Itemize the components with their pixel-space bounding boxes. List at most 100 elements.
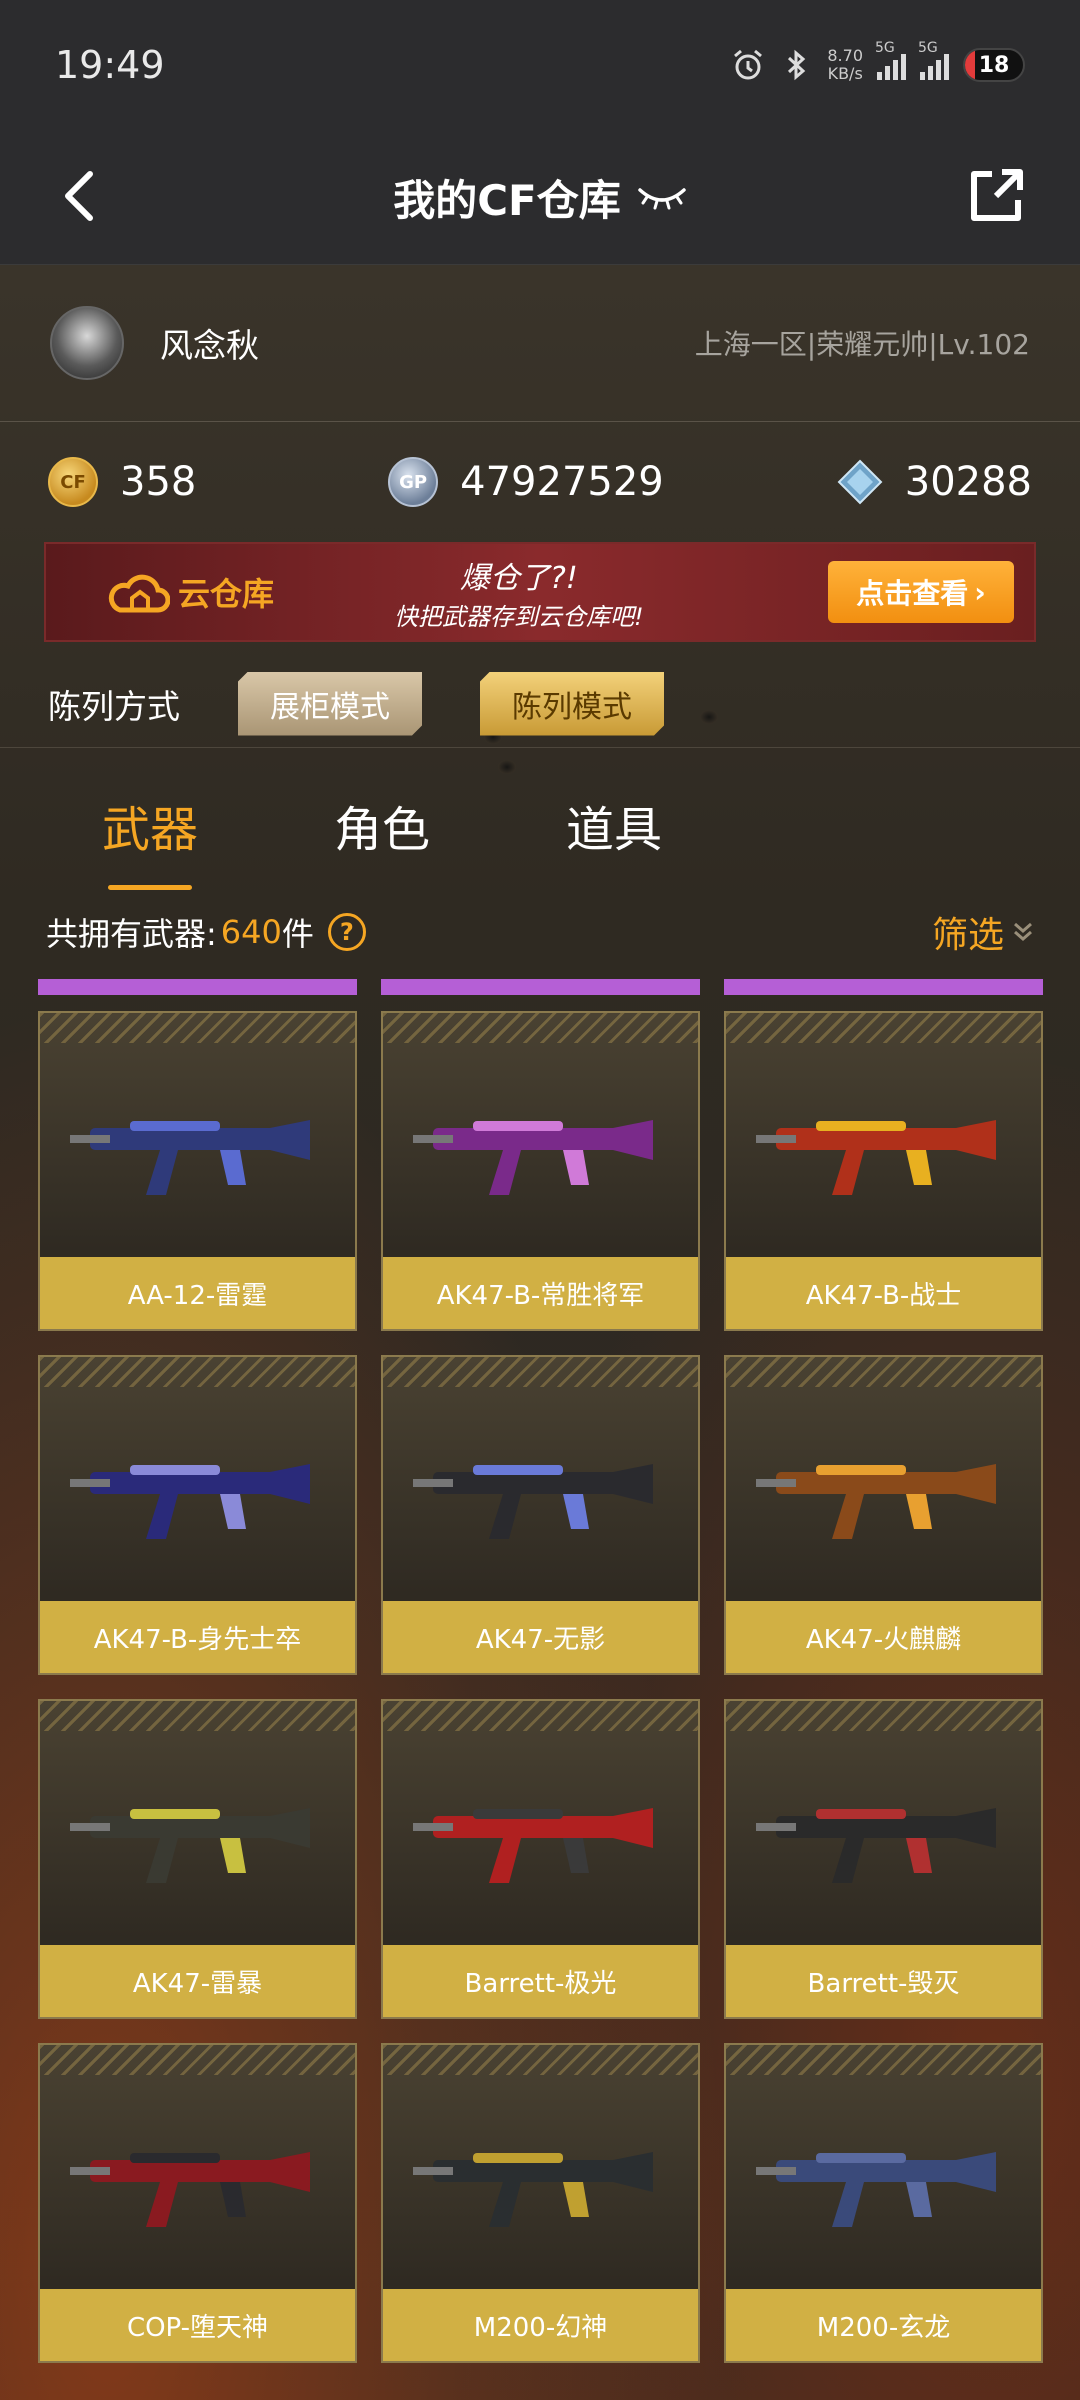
rarity-bar [381, 979, 700, 995]
net-speed-value: 8.70 [827, 46, 863, 65]
gp-points: GP 47927529 [388, 457, 837, 507]
tab-weapons[interactable]: 武器 [102, 790, 198, 890]
count-unit: 件 [281, 915, 314, 953]
weapon-name: AK47-B-常胜将军 [383, 1257, 698, 1329]
sim2-label: 5G [918, 40, 938, 56]
sim1-label: 5G [875, 40, 895, 56]
weapon-card[interactable]: AK47-无影 [381, 1355, 700, 1675]
rarity-bar [38, 979, 357, 995]
weapon-card[interactable]: Barrett-毁灭 [724, 1699, 1043, 2019]
cloud-message-line1: 爆仓了?! [459, 560, 578, 596]
display-mode-row: 陈列方式 展柜模式 陈列模式 [0, 660, 1080, 748]
weapon-image [70, 1120, 310, 1195]
page-title: 我的CF仓库 [393, 167, 687, 228]
double-chevron-down-icon [1014, 922, 1032, 941]
card-stripes [40, 1013, 355, 1043]
weapon-card[interactable]: AK47-火麒麟 [724, 1355, 1043, 1675]
filter-button[interactable]: 筛选 [932, 906, 1034, 958]
weapon-card[interactable]: AK47-B-身先士卒 [38, 1355, 357, 1675]
card-stripes [726, 1013, 1041, 1043]
cloud-warehouse-banner[interactable]: 云仓库 爆仓了?! 快把武器存到云仓库吧! 点击查看 › [44, 542, 1036, 642]
diamond-icon [837, 459, 883, 505]
weapon-image [756, 1120, 996, 1195]
weapon-card[interactable]: COP-堕天神 [38, 2043, 357, 2363]
weapon-name: Barrett-毁灭 [726, 1945, 1041, 2017]
weapon-image [413, 1808, 653, 1883]
nav-bar: 我的CF仓库 [0, 130, 1080, 265]
signal-icon-sim1: 5G [875, 40, 906, 80]
weapon-image [70, 1464, 310, 1539]
card-stripes [40, 2045, 355, 2075]
inventory-count-row: 共拥有武器: 640 件 ? 筛选 [0, 897, 1080, 967]
card-stripes [726, 1357, 1041, 1387]
weapon-card[interactable]: AK47-B-常胜将军 [381, 1011, 700, 1331]
back-arrow-icon[interactable] [52, 160, 112, 230]
weapon-name: AK47-雷暴 [40, 1945, 355, 2017]
weapon-image [413, 1464, 653, 1539]
cf-coin-icon: CF [48, 457, 98, 507]
username: 风念秋 [160, 326, 259, 365]
currency-row: CF 358 GP 47927529 30288 [0, 422, 1080, 542]
status-icons: 8.70 KB/s 5G 5G 18 [731, 40, 1025, 83]
weapon-image [756, 1464, 996, 1539]
diamond-value: 30288 [904, 459, 1032, 505]
weapon-image [756, 1808, 996, 1883]
card-stripes [726, 2045, 1041, 2075]
card-stripes [726, 1701, 1041, 1731]
status-time: 19:49 [55, 43, 165, 87]
status-bar: 19:49 8.70 KB/s 5G 5G 18 [0, 0, 1080, 130]
cloud-message-line2: 快把武器存到云仓库吧! [394, 602, 644, 631]
diamond-points: 30288 [837, 459, 1032, 505]
cloud-message: 爆仓了?! 快把武器存到云仓库吧! [394, 553, 644, 632]
weapon-card[interactable]: Barrett-极光 [381, 1699, 700, 2019]
display-mode-label: 陈列方式 [48, 686, 180, 726]
net-speed-unit: KB/s [827, 64, 863, 83]
showcase-mode-button[interactable]: 展柜模式 [238, 672, 422, 736]
profile-row[interactable]: 风念秋 上海一区|荣耀元帅|Lv.102 [0, 265, 1080, 422]
display-mode-button[interactable]: 陈列模式 [480, 672, 664, 736]
weapon-card[interactable]: M200-玄龙 [724, 2043, 1043, 2363]
tab-characters[interactable]: 角色 [334, 790, 430, 860]
gp-value: 47927529 [460, 459, 664, 505]
weapon-card[interactable]: AK47-B-战士 [724, 1011, 1043, 1331]
weapon-image [70, 2152, 310, 2227]
avatar[interactable] [50, 306, 124, 380]
weapon-name: M200-幻神 [383, 2289, 698, 2361]
weapon-card[interactable]: M200-幻神 [381, 2043, 700, 2363]
weapon-image [756, 2152, 996, 2227]
bluetooth-icon [788, 49, 806, 81]
count-label: 共拥有武器: [46, 915, 217, 953]
card-stripes [383, 2045, 698, 2075]
card-stripes [40, 1357, 355, 1387]
cloud-title: 云仓库 [178, 575, 275, 613]
weapon-name: AK47-B-战士 [726, 1257, 1041, 1329]
signal-icon-sim2: 5G [918, 40, 949, 80]
weapon-image [413, 1120, 653, 1195]
cloud-house-icon [108, 574, 170, 613]
server-info: 上海一区|荣耀元帅|Lv.102 [694, 328, 1030, 361]
weapon-name: M200-玄龙 [726, 2289, 1041, 2361]
card-stripes [40, 1701, 355, 1731]
card-stripes [383, 1357, 698, 1387]
eye-closed-icon[interactable] [637, 182, 687, 212]
view-cloud-button-label: 点击查看 [856, 577, 969, 610]
filter-label: 筛选 [931, 915, 1004, 956]
page-title-text: 我的CF仓库 [393, 175, 621, 225]
battery-level: 18 [978, 52, 1010, 78]
rarity-bar [724, 979, 1043, 995]
weapon-image [70, 1808, 310, 1883]
weapon-name: COP-堕天神 [40, 2289, 355, 2361]
cf-points: CF 358 [48, 457, 388, 507]
weapon-card[interactable]: AK47-雷暴 [38, 1699, 357, 2019]
view-cloud-button[interactable]: 点击查看 › [828, 561, 1014, 623]
gp-coin-icon: GP [388, 457, 439, 507]
weapon-name: AK47-B-身先士卒 [40, 1601, 355, 1673]
category-tabs: 武器 角色 道具 [0, 765, 1080, 890]
share-icon[interactable] [962, 160, 1032, 230]
tab-items[interactable]: 道具 [566, 790, 662, 860]
help-icon[interactable]: ? [327, 913, 366, 951]
cf-points-value: 358 [120, 459, 197, 505]
weapon-name: AK47-无影 [383, 1601, 698, 1673]
weapon-card[interactable]: AA-12-雷霆 [38, 1011, 357, 1331]
card-stripes [383, 1701, 698, 1731]
